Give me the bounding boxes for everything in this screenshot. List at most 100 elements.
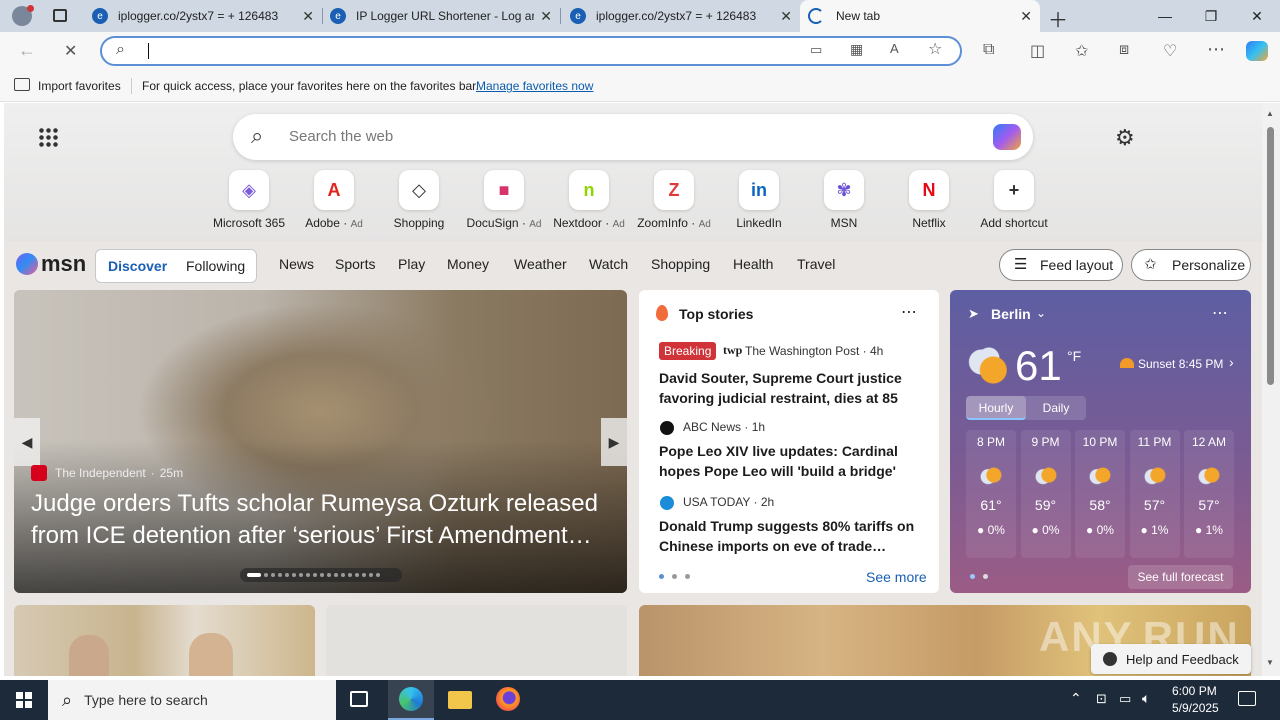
nav-travel[interactable]: Travel <box>797 256 835 272</box>
clock-date[interactable]: 5/9/2025 <box>1172 701 1219 715</box>
tab-3[interactable]: e iplogger.co/2ystx7 = + 126483 ✕ <box>562 0 800 32</box>
address-input[interactable] <box>148 43 150 59</box>
carousel-dot[interactable] <box>271 573 275 577</box>
shortcut-zoominfo[interactable]: Z ZoomInfo · Ad <box>630 170 718 230</box>
back-icon[interactable]: ← <box>18 40 36 61</box>
daily-tab[interactable]: Daily <box>1026 396 1086 420</box>
tab-1[interactable]: e iplogger.co/2ystx7 = + 126483 ✕ <box>84 0 322 32</box>
immersive-reader-icon[interactable]: ▭ <box>810 42 822 58</box>
shortcut-msn[interactable]: ✾ MSN <box>800 170 888 230</box>
hour-column[interactable]: 8 PM 61° ● 0% <box>966 430 1016 558</box>
carousel-dot[interactable] <box>355 573 359 577</box>
network-icon[interactable]: ▭ <box>1119 691 1131 707</box>
pager-dot[interactable] <box>970 574 975 579</box>
carousel-dot[interactable] <box>334 573 338 577</box>
more-menu-icon[interactable]: ⋯ <box>1207 39 1225 60</box>
sunset-time[interactable]: Sunset 8:45 PM <box>1138 357 1223 371</box>
taskbar-search-input[interactable]: Type here to search <box>84 692 208 708</box>
manage-favorites-link[interactable]: Manage favorites now <box>476 79 593 93</box>
hour-column[interactable]: 9 PM 59° ● 0% <box>1020 430 1071 558</box>
msn-logo[interactable]: msn <box>16 251 86 277</box>
help-feedback-button[interactable]: Help and Feedback <box>1091 644 1251 674</box>
tray-app-icon[interactable]: ⊡ <box>1096 691 1107 707</box>
pager-dot[interactable] <box>672 574 677 579</box>
story-3-headline[interactable]: Donald Trump suggests 80% tariffs on Chi… <box>659 516 921 556</box>
shortcut-linkedin[interactable]: in LinkedIn <box>715 170 803 230</box>
prev-slide-button[interactable]: ◀ <box>14 418 40 466</box>
carousel-dot[interactable] <box>369 573 373 577</box>
hero-headline[interactable]: Judge orders Tufts scholar Rumeysa Oztur… <box>31 488 613 552</box>
hour-column[interactable]: 11 PM 57° ● 1% <box>1129 430 1180 558</box>
collections-icon[interactable]: ⧈ <box>1119 41 1129 59</box>
settings-gear-icon[interactable]: ⚙ <box>1115 125 1135 151</box>
read-aloud-icon[interactable]: A <box>890 41 899 56</box>
tab-actions-icon[interactable] <box>53 9 67 22</box>
scroll-up-icon[interactable]: ▲ <box>1266 109 1274 118</box>
copilot-icon[interactable] <box>1246 41 1268 61</box>
weather-city[interactable]: Berlin <box>991 306 1031 322</box>
clock-time[interactable]: 6:00 PM <box>1172 684 1217 698</box>
nav-shopping[interactable]: Shopping <box>651 256 710 272</box>
shortcut-shopping[interactable]: ◇ Shopping <box>375 170 463 230</box>
page-scrollbar[interactable]: ▲ ▼ <box>1262 103 1280 676</box>
new-tab-icon[interactable]: ＋ <box>1048 4 1068 33</box>
web-search-box[interactable]: ⌕ Search the web <box>233 114 1033 160</box>
personalize-button[interactable]: ✩ Personalize <box>1131 249 1251 281</box>
carousel-dot[interactable] <box>299 573 303 577</box>
copilot-icon[interactable] <box>993 124 1021 150</box>
weather-more-icon[interactable]: ⋯ <box>1212 303 1228 323</box>
scroll-thumb[interactable] <box>1267 127 1274 385</box>
tab-2-close-icon[interactable]: ✕ <box>540 8 552 25</box>
volume-icon[interactable]: 🔈︎ <box>1142 690 1150 707</box>
taskbar-edge-button[interactable] <box>388 680 434 720</box>
apps-install-icon[interactable]: ▦ <box>850 41 863 58</box>
web-search-input[interactable]: Search the web <box>289 128 393 145</box>
shortcut-nextdoor[interactable]: n Nextdoor · Ad <box>545 170 633 230</box>
carousel-dot[interactable] <box>362 573 366 577</box>
carousel-dot[interactable] <box>264 573 268 577</box>
browser-essentials-icon[interactable]: ♡ <box>1163 41 1177 61</box>
top-stories-more-icon[interactable]: ⋯ <box>901 302 917 322</box>
pager-dot[interactable] <box>983 574 988 579</box>
carousel-dot[interactable] <box>292 573 296 577</box>
nav-watch[interactable]: Watch <box>589 256 628 272</box>
carousel-dot[interactable] <box>327 573 331 577</box>
stop-loading-icon[interactable]: ✕ <box>64 41 77 61</box>
add-favorite-icon[interactable]: ☆ <box>928 39 942 59</box>
tab-1-close-icon[interactable]: ✕ <box>302 8 314 25</box>
import-favorites-button[interactable]: Import favorites <box>38 79 121 93</box>
hourly-tab[interactable]: Hourly <box>966 396 1026 420</box>
carousel-dot[interactable] <box>247 573 261 577</box>
favorites-icon[interactable]: ✩ <box>1075 41 1088 61</box>
see-more-link[interactable]: See more <box>866 569 927 585</box>
tab-4-close-icon[interactable]: ✕ <box>1020 8 1032 25</box>
chevron-down-icon[interactable]: ⌄ <box>1036 306 1046 320</box>
next-slide-button[interactable]: ▶ <box>601 418 627 466</box>
task-view-icon[interactable] <box>350 691 368 707</box>
shortcut-microsoft-365[interactable]: ◈ Microsoft 365 <box>205 170 293 230</box>
carousel-dot[interactable] <box>313 573 317 577</box>
nav-sports[interactable]: Sports <box>335 256 375 272</box>
file-explorer-icon[interactable] <box>448 691 472 709</box>
hero-story-card[interactable]: ◀ ▶ The Independent · 25m Judge orders T… <box>14 290 627 593</box>
nav-play[interactable]: Play <box>398 256 425 272</box>
discover-tab[interactable]: Discover <box>108 258 167 274</box>
story-2-headline[interactable]: Pope Leo XIV live updates: Cardinal hope… <box>659 441 921 481</box>
see-full-forecast-button[interactable]: See full forecast <box>1128 565 1233 589</box>
scroll-down-icon[interactable]: ▼ <box>1266 658 1274 667</box>
chevron-right-icon[interactable]: › <box>1229 354 1234 370</box>
hour-column[interactable]: 10 PM 58° ● 0% <box>1075 430 1125 558</box>
app-launcher-icon[interactable] <box>38 127 58 147</box>
temp-unit[interactable]: °F <box>1067 348 1081 364</box>
close-window-icon[interactable]: ✕ <box>1234 0 1280 32</box>
pager-dot[interactable] <box>659 574 664 579</box>
nav-money[interactable]: Money <box>447 256 489 272</box>
hour-column[interactable]: 12 AM 57° ● 1% <box>1184 430 1234 558</box>
shortcut-netflix[interactable]: N Netflix <box>885 170 973 230</box>
taskbar-search-box[interactable]: ⌕ Type here to search <box>48 680 336 720</box>
shortcut-adobe[interactable]: A Adobe · Ad <box>290 170 378 230</box>
nav-weather[interactable]: Weather <box>514 256 567 272</box>
carousel-dot[interactable] <box>320 573 324 577</box>
extensions-icon[interactable]: ⧉ <box>983 41 994 59</box>
carousel-dot[interactable] <box>278 573 282 577</box>
